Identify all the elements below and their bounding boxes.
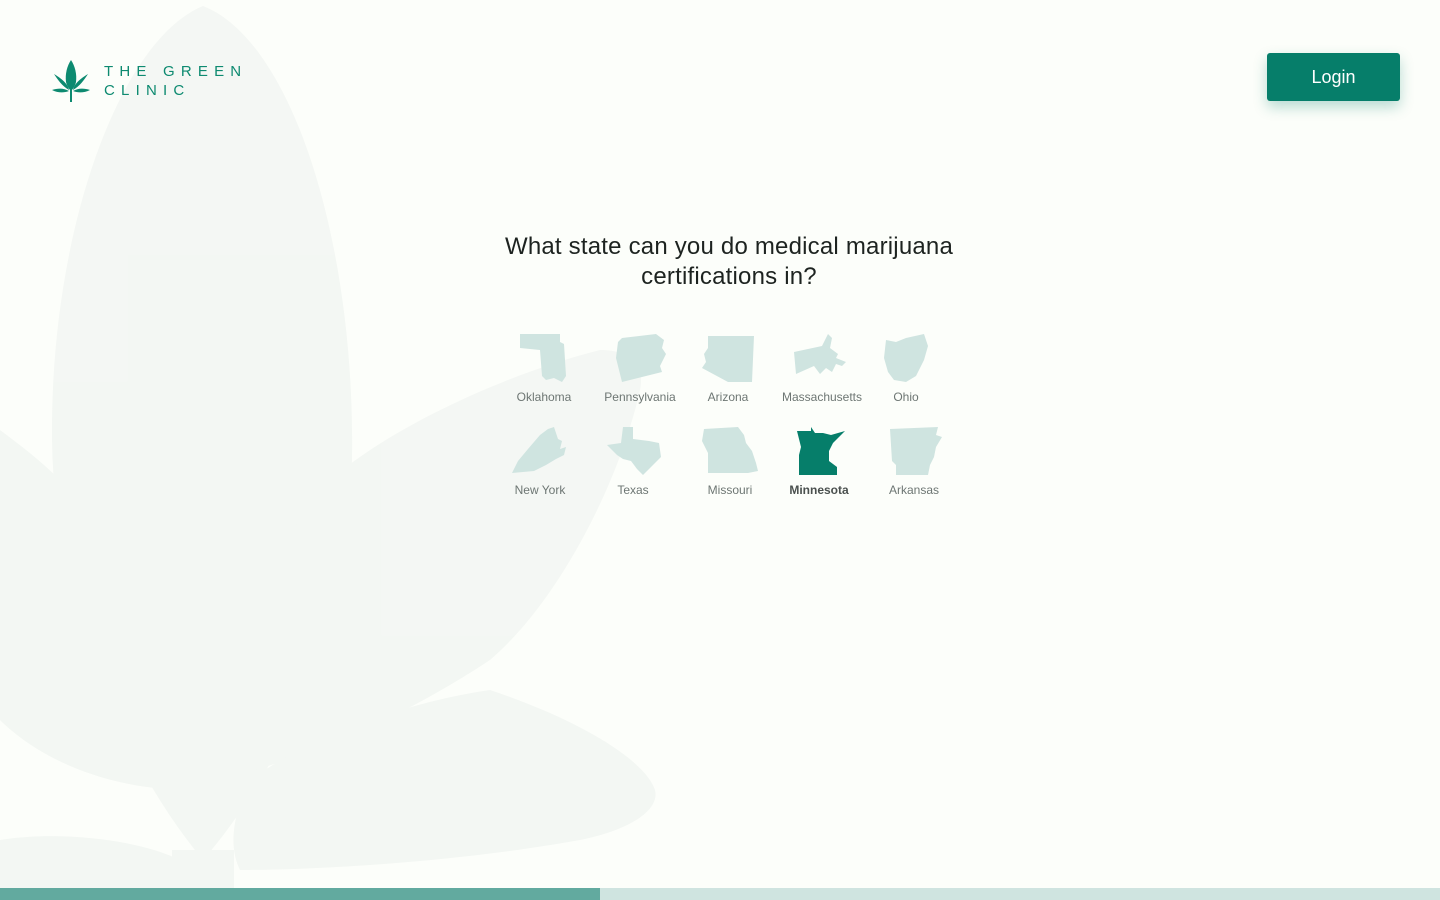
state-option-arkansas[interactable]: Arkansas [866, 425, 962, 497]
state-option-oklahoma[interactable]: Oklahoma [496, 332, 592, 404]
question-heading: What state can you do medical marijuana … [504, 233, 954, 290]
state-label: Minnesota [789, 483, 849, 497]
minnesota-map-icon [797, 427, 845, 475]
progress-bar [0, 888, 1440, 900]
arizona-map-icon [702, 336, 754, 382]
state-label: Texas [617, 483, 649, 497]
state-option-missouri[interactable]: Missouri [682, 425, 778, 497]
state-label: Ohio [893, 390, 919, 404]
state-option-pennsylvania[interactable]: Pennsylvania [592, 332, 688, 404]
state-label: Arizona [707, 390, 749, 404]
state-option-texas[interactable]: Texas [585, 425, 681, 497]
state-label: Missouri [707, 483, 753, 497]
missouri-map-icon [702, 427, 758, 473]
arkansas-map-icon [890, 427, 942, 475]
progress-bar-fill [0, 888, 601, 900]
state-option-new-york[interactable]: New York [492, 425, 588, 497]
ohio-map-icon [884, 334, 928, 382]
state-option-minnesota[interactable]: Minnesota [771, 425, 867, 497]
state-label: New York [514, 483, 566, 497]
new-york-map-icon [512, 427, 566, 473]
state-option-ohio[interactable]: Ohio [858, 332, 954, 404]
state-label: Massachusetts [781, 390, 863, 404]
state-option-massachusetts[interactable]: Massachusetts [774, 332, 870, 404]
state-option-arizona[interactable]: Arizona [680, 332, 776, 404]
oklahoma-map-icon [520, 334, 566, 382]
state-label: Pennsylvania [604, 390, 676, 404]
state-label: Arkansas [888, 483, 940, 497]
massachusetts-map-icon [794, 334, 846, 374]
state-label: Oklahoma [516, 390, 572, 404]
state-selection-step: What state can you do medical marijuana … [0, 0, 1440, 880]
texas-map-icon [607, 427, 661, 475]
pennsylvania-map-icon [616, 334, 666, 382]
